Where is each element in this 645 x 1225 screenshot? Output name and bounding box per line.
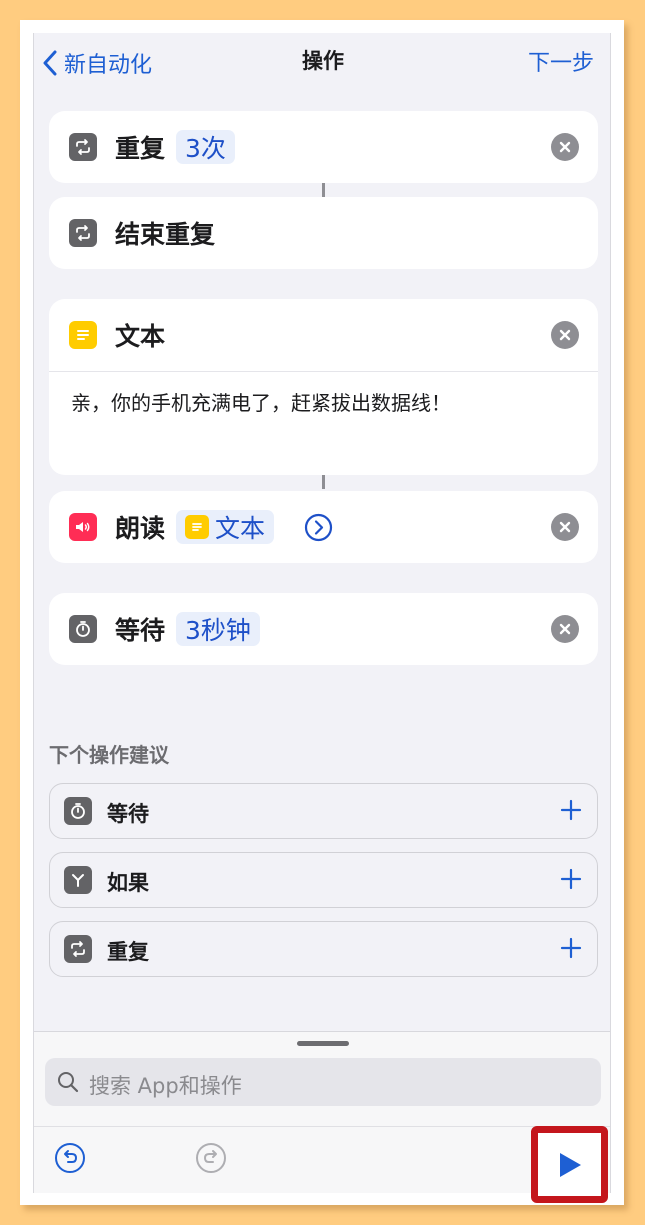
undo-icon[interactable] xyxy=(54,1142,86,1174)
end-repeat-title: 结束重复 xyxy=(115,220,216,249)
suggestion-wait[interactable]: 等待 xyxy=(49,783,598,839)
repeat-icon xyxy=(64,935,92,963)
suggestion-label: 如果 xyxy=(107,871,149,895)
remove-speak-button[interactable] xyxy=(551,513,579,541)
page-title: 操作 xyxy=(302,49,344,73)
speak-action-row: 朗读 文本 xyxy=(49,491,598,563)
wait-action-card[interactable]: 等待 3秒钟 xyxy=(49,593,598,665)
speak-action-card[interactable]: 朗读 文本 xyxy=(49,491,598,563)
redo-icon[interactable] xyxy=(195,1142,227,1174)
search-icon xyxy=(58,1072,79,1093)
speak-title: 朗读 xyxy=(115,514,166,543)
plus-icon[interactable] xyxy=(559,936,583,960)
text-divider xyxy=(49,371,598,372)
action-search-panel: 搜索 App和操作 xyxy=(34,1031,610,1193)
wait-action-row: 等待 3秒钟 xyxy=(49,593,598,665)
close-icon xyxy=(559,141,571,153)
text-action-row: 文本 xyxy=(49,299,598,371)
repeat-icon xyxy=(69,219,97,247)
suggestion-label: 重复 xyxy=(107,940,149,964)
speak-text-param[interactable]: 文本 xyxy=(176,510,275,544)
speak-param-label: 文本 xyxy=(215,514,266,543)
suggestions-header: 下个操作建议 xyxy=(49,743,169,767)
suggestion-repeat[interactable]: 重复 xyxy=(49,921,598,977)
end-repeat-action-card[interactable]: 结束重复 xyxy=(49,197,598,269)
wait-duration-param[interactable]: 3秒钟 xyxy=(176,612,260,646)
repeat-action-row: 重复 3次 xyxy=(49,111,598,183)
chevron-circle-right-icon[interactable] xyxy=(304,513,333,542)
suggestion-label: 等待 xyxy=(107,802,149,826)
repeat-action-card[interactable]: 重复 3次 xyxy=(49,111,598,183)
play-icon xyxy=(559,1152,581,1177)
timer-icon xyxy=(69,615,97,643)
close-icon xyxy=(559,329,571,341)
shortcut-editor-screen: 新自动化 操作 下一步 重复 3次 结束重复 文本 亲，你的手机充满电了，赶紧拔… xyxy=(33,33,611,1193)
search-placeholder: 搜索 App和操作 xyxy=(89,1074,242,1098)
repeat-icon xyxy=(69,133,97,161)
remove-wait-button[interactable] xyxy=(551,615,579,643)
text-title: 文本 xyxy=(115,322,166,351)
wait-title: 等待 xyxy=(115,616,166,645)
end-repeat-row: 结束重复 xyxy=(49,197,598,269)
repeat-connector xyxy=(322,183,325,197)
text-action-card[interactable]: 文本 亲，你的手机充满电了，赶紧拔出数据线！ xyxy=(49,299,598,475)
sheet-grabber-handle[interactable] xyxy=(297,1041,349,1046)
text-variable-icon xyxy=(185,515,209,539)
remove-repeat-button[interactable] xyxy=(551,133,579,161)
search-field[interactable]: 搜索 App和操作 xyxy=(45,1058,601,1106)
next-button[interactable]: 下一步 xyxy=(528,45,594,77)
close-icon xyxy=(559,623,571,635)
speaker-icon xyxy=(69,513,97,541)
suggestion-if[interactable]: 如果 xyxy=(49,852,598,908)
timer-icon xyxy=(64,797,92,825)
navigation-bar: 新自动化 操作 下一步 xyxy=(34,33,610,93)
remove-text-button[interactable] xyxy=(551,321,579,349)
toolbar-divider xyxy=(34,1126,610,1127)
branch-icon xyxy=(64,866,92,894)
text-icon xyxy=(69,321,97,349)
plus-icon[interactable] xyxy=(559,867,583,891)
repeat-title: 重复 xyxy=(115,134,166,163)
plus-icon[interactable] xyxy=(559,798,583,822)
text-connector xyxy=(322,475,325,489)
repeat-count-param[interactable]: 3次 xyxy=(176,130,235,164)
text-content-field[interactable]: 亲，你的手机充满电了，赶紧拔出数据线！ xyxy=(71,387,451,416)
run-shortcut-button[interactable] xyxy=(531,1126,608,1203)
close-icon xyxy=(559,521,571,533)
